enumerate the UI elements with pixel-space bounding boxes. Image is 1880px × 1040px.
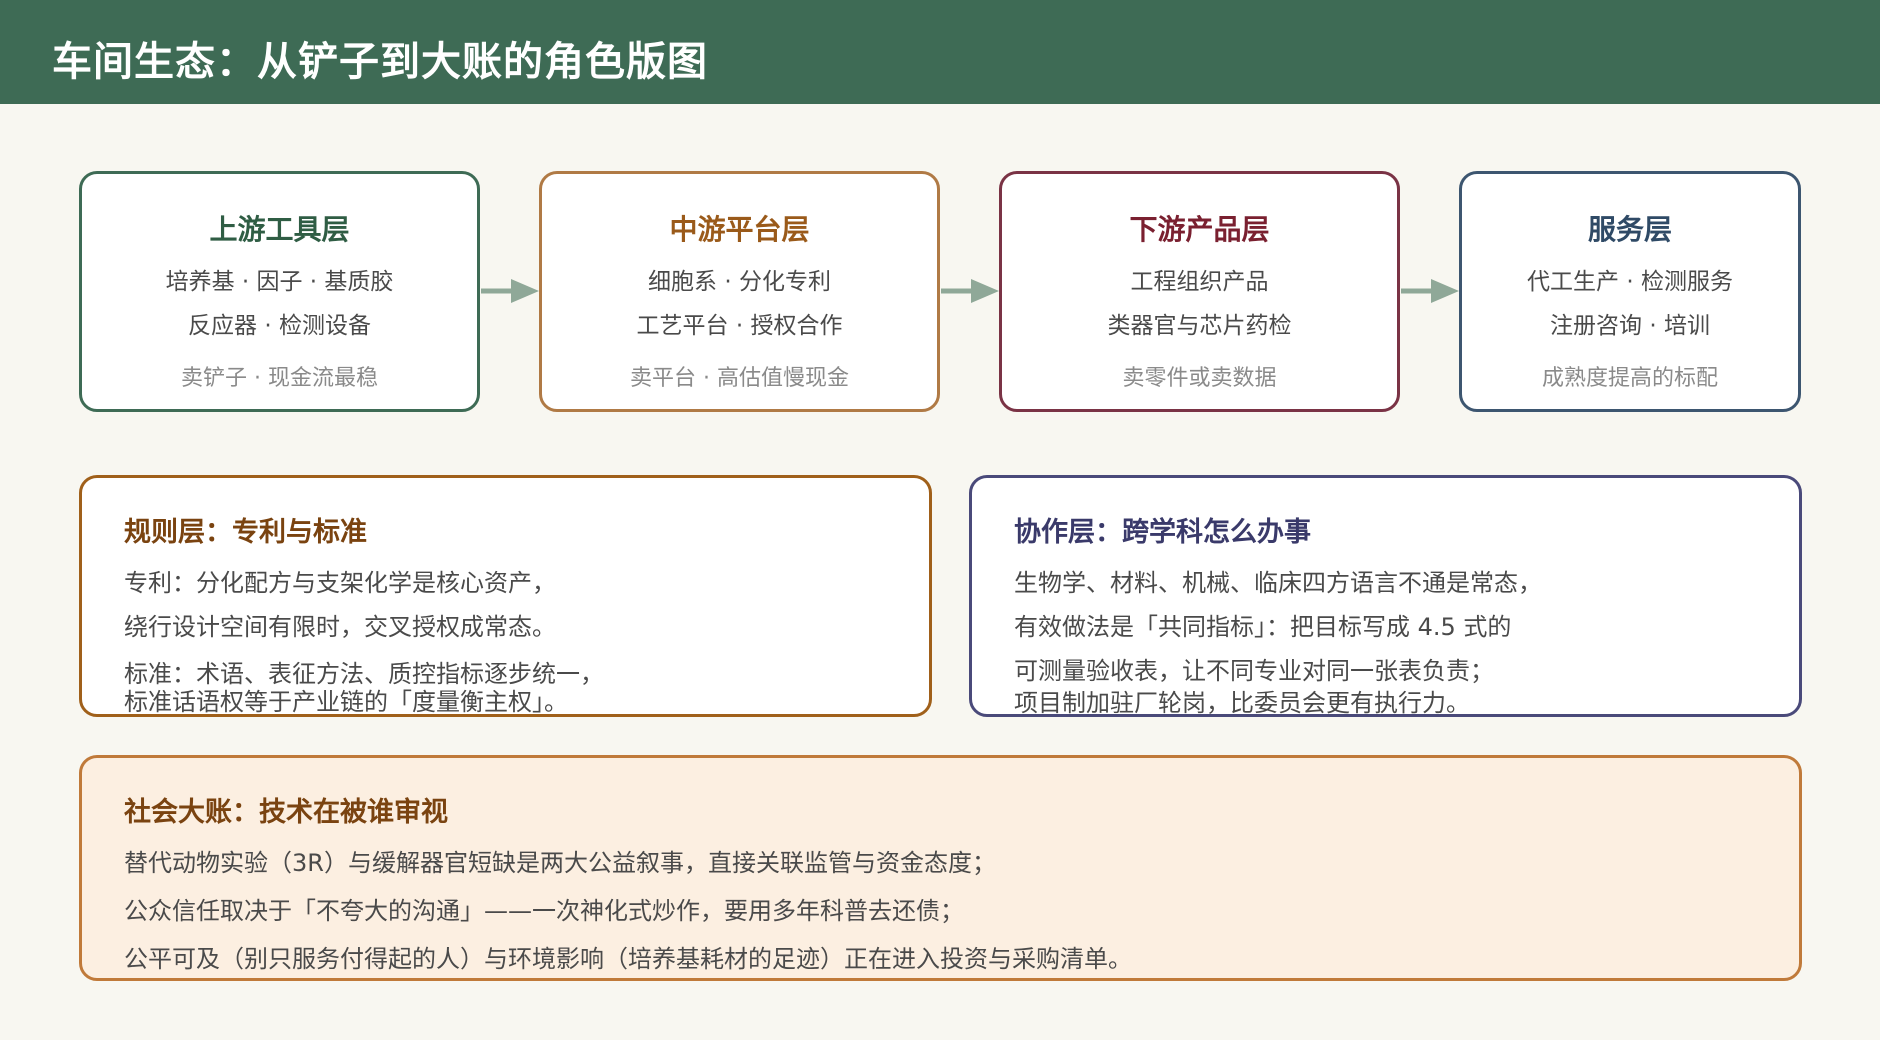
layer-note: 卖铲子 · 现金流最稳 [181, 366, 378, 391]
social-title: 社会大账：技术在被谁审视 [124, 797, 448, 828]
arrow-right-icon [1401, 279, 1459, 303]
layer-line: 细胞系 · 分化专利 [648, 269, 831, 295]
collaboration-line: 可测量验收表，让不同专业对同一张表负责； [1014, 657, 1494, 685]
page-title: 车间生态：从铲子到大账的角色版图 [52, 39, 708, 85]
layer-card-upstream: 上游工具层 培养基 · 因子 · 基质胶 反应器 · 检测设备 卖铲子 · 现金… [79, 171, 480, 412]
arrow-right-icon [481, 279, 539, 303]
rules-title: 规则层：专利与标准 [124, 517, 367, 548]
arrow-right-icon [941, 279, 999, 303]
layer-line: 代工生产 · 检测服务 [1527, 269, 1733, 295]
rules-panel: 规则层：专利与标准 专利：分化配方与支架化学是核心资产， 绕行设计空间有限时，交… [79, 475, 932, 717]
collaboration-panel: 协作层：跨学科怎么办事 生物学、材料、机械、临床四方语言不通是常态， 有效做法是… [969, 475, 1802, 717]
layer-title: 上游工具层 [209, 213, 350, 246]
rules-line: 标准话语权等于产业链的「度量衡主权」。 [124, 688, 568, 716]
layer-title: 下游产品层 [1129, 213, 1270, 246]
social-ledger-panel: 社会大账：技术在被谁审视 替代动物实验（3R）与缓解器官短缺是两大公益叙事，直接… [79, 755, 1802, 981]
header-bar: 车间生态：从铲子到大账的角色版图 [0, 0, 1880, 104]
layer-line: 工艺平台 · 授权合作 [636, 313, 843, 339]
layer-note: 卖零件或卖数据 [1122, 366, 1277, 391]
layer-line: 反应器 · 检测设备 [188, 313, 371, 339]
layer-card-service: 服务层 代工生产 · 检测服务 注册咨询 · 培训 成熟度提高的标配 [1459, 171, 1801, 412]
social-line: 替代动物实验（3R）与缓解器官短缺是两大公益叙事，直接关联监管与资金态度； [124, 849, 996, 877]
collaboration-title: 协作层：跨学科怎么办事 [1014, 517, 1311, 548]
layer-title: 中游平台层 [669, 213, 810, 246]
layer-line: 类器官与芯片药检 [1107, 313, 1292, 339]
social-line: 公众信任取决于「不夸大的沟通」——一次神化式炒作，要用多年科普去还债； [124, 897, 964, 925]
layer-note: 成熟度提高的标配 [1541, 366, 1718, 391]
layer-line: 培养基 · 因子 · 基质胶 [165, 269, 394, 295]
collaboration-line: 生物学、材料、机械、临床四方语言不通是常态， [1014, 569, 1542, 597]
layer-title: 服务层 [1587, 213, 1672, 246]
layer-card-midstream: 中游平台层 细胞系 · 分化专利 工艺平台 · 授权合作 卖平台 · 高估值慢现… [539, 171, 940, 412]
layer-note: 卖平台 · 高估值慢现金 [630, 366, 849, 391]
layer-card-downstream: 下游产品层 工程组织产品 类器官与芯片药检 卖零件或卖数据 [999, 171, 1400, 412]
rules-line: 绕行设计空间有限时，交叉授权成常态。 [124, 613, 556, 641]
layer-line: 注册咨询 · 培训 [1550, 313, 1710, 339]
rules-line: 专利：分化配方与支架化学是核心资产， [124, 569, 556, 597]
social-line: 公平可及（别只服务付得起的人）与环境影响（培养基耗材的足迹）正在进入投资与采购清… [124, 945, 1132, 973]
collaboration-line: 有效做法是「共同指标」：把目标写成 4.5 式的 [1014, 613, 1512, 641]
layer-line: 工程组织产品 [1130, 269, 1269, 295]
collaboration-line: 项目制加驻厂轮岗，比委员会更有执行力。 [1014, 689, 1470, 717]
